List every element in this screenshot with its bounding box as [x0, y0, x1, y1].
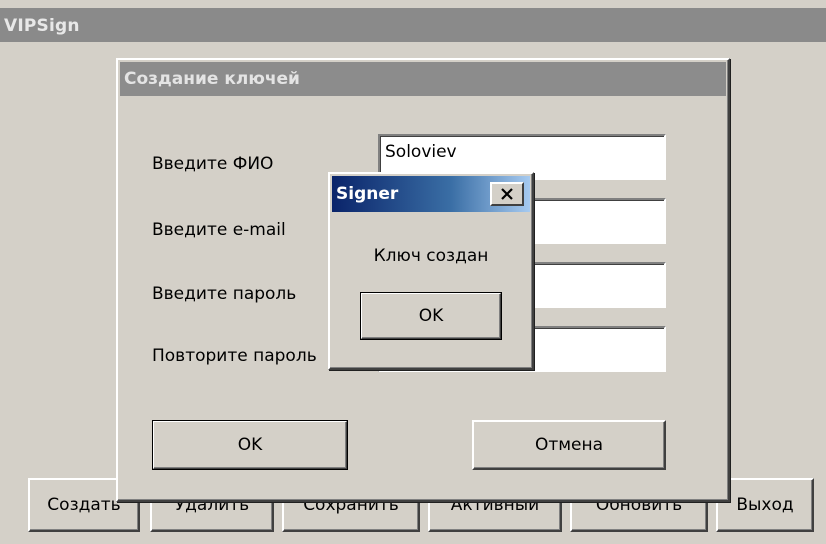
signer-message: Ключ создан: [373, 246, 489, 266]
signer-titlebar[interactable]: Signer: [332, 176, 530, 212]
signer-message-box: Signer Ключ создан OK: [328, 172, 534, 370]
screen: VIPSign Создать Удалить Сохранить Активн…: [0, 0, 826, 544]
main-window-title: VIPSign: [4, 16, 80, 36]
exit-button[interactable]: Выход: [716, 478, 814, 532]
key-dialog-title: Создание ключей: [124, 69, 300, 89]
email-label: Введите e-mail: [152, 220, 286, 240]
password-label: Введите пароль: [152, 284, 297, 304]
key-dialog-titlebar[interactable]: Создание ключей: [120, 62, 726, 96]
repeat-password-label: Повторите пароль: [152, 346, 317, 366]
signer-ok-button[interactable]: OK: [360, 292, 502, 340]
key-dialog-cancel-button[interactable]: Отмена: [472, 420, 666, 470]
close-icon: [501, 188, 513, 200]
name-label: Введите ФИО: [152, 154, 274, 174]
signer-title: Signer: [336, 184, 399, 204]
close-button[interactable]: [490, 182, 524, 206]
main-titlebar[interactable]: VIPSign: [0, 8, 826, 42]
key-dialog-ok-button[interactable]: OK: [152, 420, 348, 470]
